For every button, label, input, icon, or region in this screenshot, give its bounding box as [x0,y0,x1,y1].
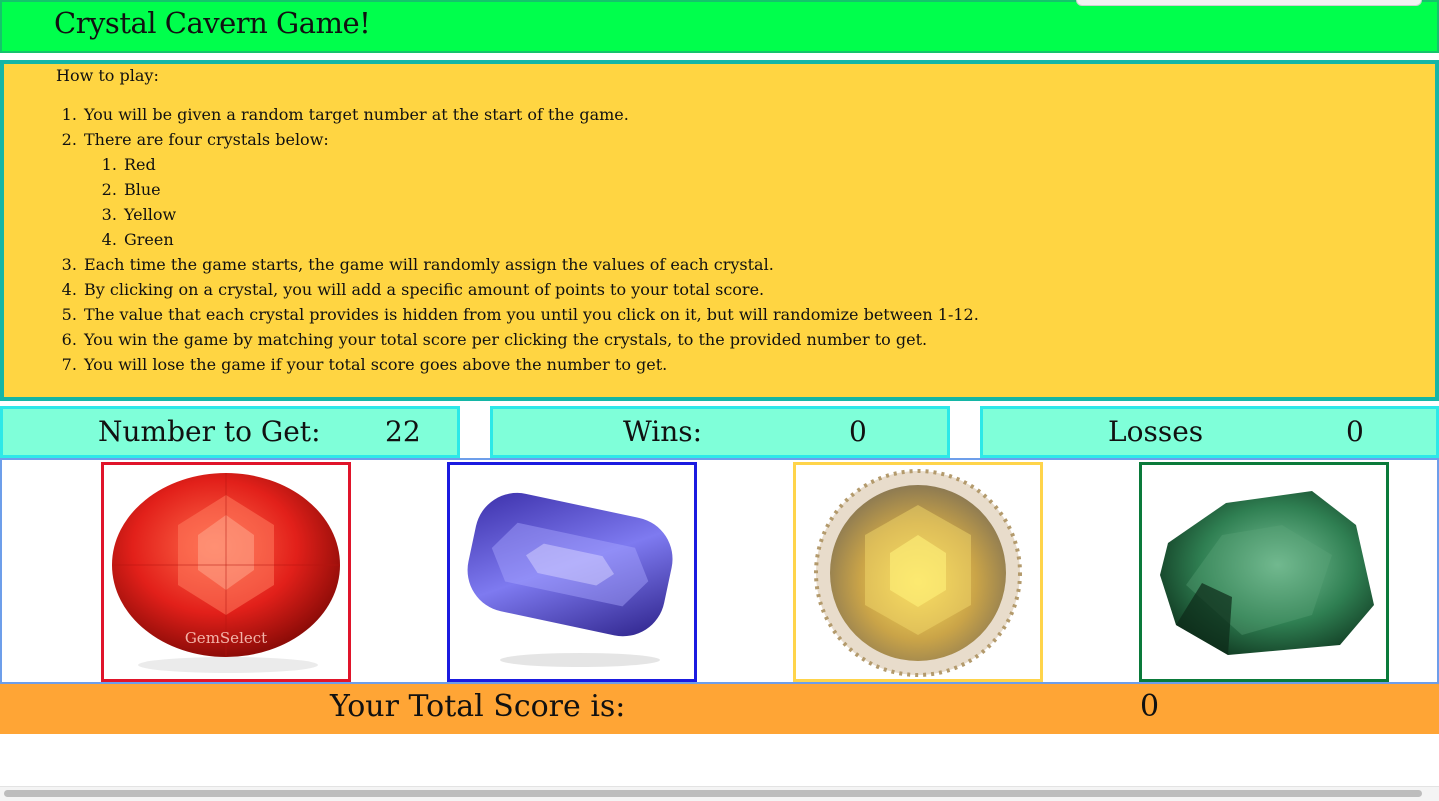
gemselect-watermark: GemSelect [185,629,267,647]
instruction-step-2: There are four crystals below: Red Blue … [82,127,979,252]
losses-box: Losses 0 [980,406,1439,458]
instruction-step-2-text: There are four crystals below: [84,130,329,149]
wins-label: Wins: [623,415,703,448]
page-title: Crystal Cavern Game! [54,6,371,40]
wins-value: 0 [849,415,867,448]
total-score-value: 0 [1140,689,1160,724]
crystal-color-blue: Blue [122,177,979,202]
yellow-crystal-button[interactable] [793,462,1043,682]
red-crystal-button[interactable]: GemSelect [101,462,351,682]
instruction-list: You will be given a random target number… [20,102,979,377]
blue-crystal-button[interactable] [447,462,697,682]
losses-value: 0 [1346,415,1364,448]
crystal-color-list: Red Blue Yellow Green [84,152,979,252]
green-crystal-icon [1160,491,1374,655]
crystal-color-green: Green [122,227,979,252]
header-bar: Crystal Cavern Game! [0,0,1439,53]
target-number-box: Number to Get: 22 [0,406,460,458]
scrollbar-thumb[interactable] [4,790,1422,797]
blue-crystal-icon [467,492,673,667]
instruction-step-1: You will be given a random target number… [82,102,979,127]
target-value: 22 [385,415,421,448]
total-score-bar: Your Total Score is: 0 [0,684,1439,734]
losses-label: Losses [1108,415,1204,448]
instruction-step-3: Each time the game starts, the game will… [82,252,979,277]
browser-tab-edge [1076,0,1422,6]
yellow-crystal-icon [814,469,1022,677]
how-to-play-heading: How to play: [56,66,159,85]
crystal-row: GemSelect [0,458,1439,684]
instruction-step-6: You win the game by matching your total … [82,327,979,352]
green-crystal-button[interactable] [1139,462,1389,682]
total-score-label: Your Total Score is: [330,689,626,724]
wins-box: Wins: 0 [490,406,950,458]
instructions-panel: How to play: You will be given a random … [0,60,1439,401]
red-crystal-icon: GemSelect [112,473,340,673]
crystal-color-red: Red [122,152,979,177]
crystal-color-yellow: Yellow [122,202,979,227]
horizontal-scrollbar[interactable] [0,786,1439,801]
instruction-step-7: You will lose the game if your total sco… [82,352,979,377]
instruction-step-5: The value that each crystal provides is … [82,302,979,327]
instruction-step-4: By clicking on a crystal, you will add a… [82,277,979,302]
target-label: Number to Get: [98,415,321,448]
